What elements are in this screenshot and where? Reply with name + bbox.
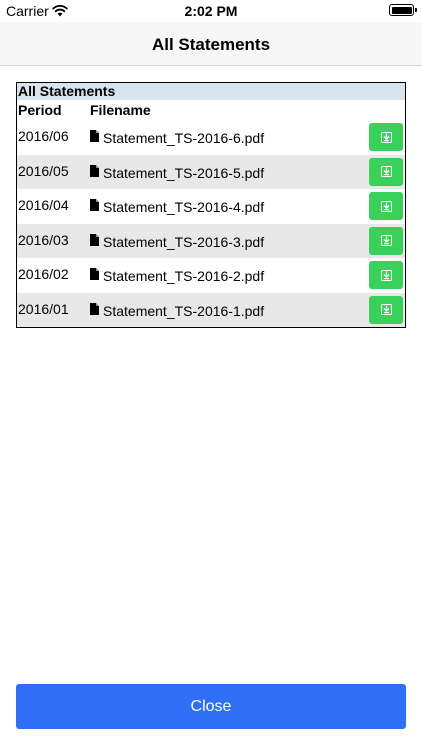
row-filename[interactable]: Statement_TS-2016-3.pdf <box>103 234 264 250</box>
download-button[interactable] <box>369 261 403 289</box>
page-title: All Statements <box>151 35 271 54</box>
file-icon <box>90 199 99 211</box>
file-icon <box>90 233 99 246</box>
file-icon <box>90 130 99 142</box>
download-icon <box>380 200 392 212</box>
column-header-period: Period <box>18 102 62 118</box>
table-row: 2016/02 Statement_TS-2016-2.pdf <box>17 258 405 293</box>
row-period: 2016/01 <box>18 300 69 317</box>
row-filename[interactable]: Statement_TS-2016-6.pdf <box>103 130 264 146</box>
row-filename[interactable]: Statement_TS-2016-1.pdf <box>103 303 264 319</box>
row-filename[interactable]: Statement_TS-2016-5.pdf <box>103 165 264 181</box>
statements-table: All Statements Period Filename 2016/06 St… <box>16 82 406 328</box>
battery-level <box>391 6 412 14</box>
download-icon <box>380 166 392 177</box>
table-row: 2016/06 Statement_TS-2016-6.pdf <box>17 120 405 155</box>
close-button[interactable]: Close <box>16 684 406 729</box>
table-header: Period Filename <box>17 100 405 120</box>
row-filename[interactable]: Statement_TS-2016-2.pdf <box>103 268 264 284</box>
table-row: 2016/01 Statement_TS-2016-1.pdf <box>17 292 405 327</box>
row-period: 2016/02 <box>18 266 69 282</box>
table-row: 2016/05 Statement_TS-2016-5.pdf <box>17 154 405 189</box>
row-period: 2016/04 <box>18 197 69 213</box>
navigation-bar: All Statements <box>0 22 422 66</box>
file-icon <box>90 164 99 177</box>
table-row: 2016/04 Statement_TS-2016-4.pdf <box>17 189 405 224</box>
download-icon <box>380 131 392 143</box>
download-button[interactable] <box>369 295 403 324</box>
download-icon <box>380 235 392 246</box>
status-bar: Carrier 2:02 PM <box>0 0 422 22</box>
row-filename[interactable]: Statement_TS-2016-4.pdf <box>103 199 264 215</box>
row-period: 2016/03 <box>18 231 69 248</box>
file-icon <box>90 302 99 315</box>
download-button[interactable] <box>369 226 403 255</box>
download-icon <box>380 269 392 281</box>
table-row: 2016/03 Statement_TS-2016-3.pdf <box>17 223 405 258</box>
download-button[interactable] <box>369 123 403 151</box>
table-caption: All Statements <box>17 83 405 100</box>
column-header-filename: Filename <box>90 102 151 118</box>
download-button[interactable] <box>369 157 403 186</box>
download-icon <box>380 304 392 315</box>
status-time: 2:02 PM <box>184 3 238 19</box>
battery-icon <box>389 4 417 16</box>
file-icon <box>90 268 99 280</box>
row-period: 2016/05 <box>18 162 69 179</box>
row-period: 2016/06 <box>18 128 69 144</box>
download-button[interactable] <box>369 192 403 220</box>
